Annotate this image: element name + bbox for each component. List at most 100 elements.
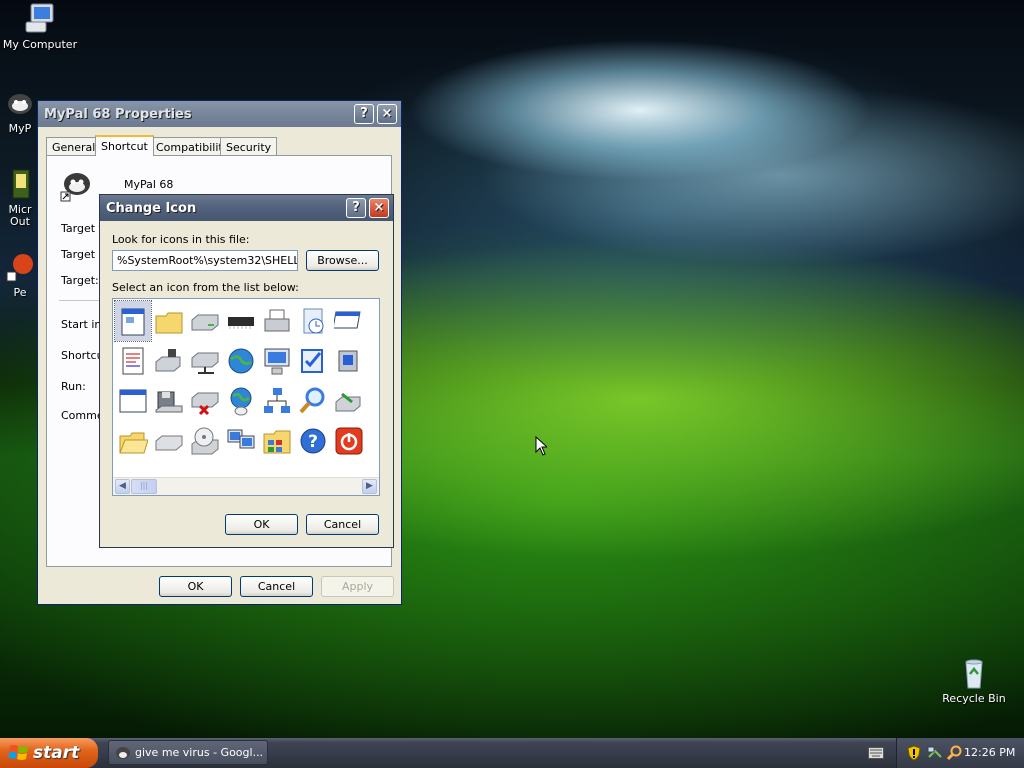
change-icon-help-button[interactable]: ? (346, 198, 366, 218)
mypal-shortcut-icon (60, 173, 90, 202)
tab-security[interactable]: Security (220, 137, 278, 155)
icon-cell[interactable] (223, 341, 259, 381)
start-button[interactable]: start (0, 738, 98, 768)
network-computer-icon (264, 348, 290, 375)
desktop-icon-pe[interactable]: Pe (0, 250, 40, 299)
shortcut-app-name: MyPal 68 (124, 178, 174, 191)
drive-arrow-icon (335, 392, 361, 412)
taskbar-item-label: give me virus - Googl... (135, 746, 264, 759)
icon-cell[interactable] (115, 421, 151, 461)
icon-cell[interactable] (187, 301, 223, 341)
icon-cell[interactable] (259, 421, 295, 461)
icon-list[interactable]: ? ◀ ||| ▶ (112, 298, 380, 496)
properties-close-button[interactable]: × (377, 104, 397, 124)
icon-cell[interactable] (187, 341, 223, 381)
icon-cell[interactable] (187, 421, 223, 461)
icon-cell[interactable] (259, 301, 295, 341)
memory-chip-icon (228, 317, 254, 329)
icon-cell[interactable] (223, 301, 259, 341)
taskbar: start give me virus - Googl... 12:26 PM (0, 738, 1024, 768)
icon-cell[interactable] (331, 341, 367, 381)
icon-cell[interactable] (187, 381, 223, 421)
floppy-drive-icon (155, 391, 183, 413)
network-drive-icon (155, 349, 181, 372)
printer-icon (264, 309, 290, 332)
change-icon-dialog: Change Icon ? × Look for icons in this f… (99, 194, 394, 548)
browse-button[interactable]: Browse... (306, 250, 379, 271)
desktop-icon-label: My Computer (2, 38, 78, 51)
cd-drive-icon (155, 435, 183, 451)
properties-apply-button[interactable]: Apply (321, 576, 394, 597)
target-label: Target: (61, 274, 99, 287)
icon-cell[interactable] (295, 301, 331, 341)
properties-help-button[interactable]: ? (354, 104, 374, 124)
properties-ok-button[interactable]: OK (159, 576, 232, 597)
icon-cell[interactable] (151, 381, 187, 421)
icon-cell[interactable] (331, 301, 367, 341)
icon-cell[interactable] (331, 421, 367, 461)
pe-app-icon (6, 254, 33, 282)
mypal-task-icon (116, 747, 130, 759)
network-tray-icon[interactable] (927, 745, 943, 761)
mypal-raccoon-icon (8, 94, 32, 114)
mouse-cursor-icon (535, 436, 547, 456)
icon-cell[interactable] (115, 381, 151, 421)
icon-cell[interactable] (151, 301, 187, 341)
properties-cancel-button[interactable]: Cancel (240, 576, 313, 597)
blank-window-icon (119, 389, 147, 413)
taskbar-item-browser[interactable]: give me virus - Googl... (108, 740, 268, 765)
folder-icon (155, 312, 183, 334)
change-icon-titlebar[interactable]: Change Icon ? × (100, 195, 393, 221)
icon-cell[interactable] (114, 300, 152, 342)
tab-general[interactable]: General (46, 137, 102, 155)
clock-document-icon (303, 308, 324, 334)
keyboard-icon[interactable] (868, 747, 884, 759)
globe-icon (228, 348, 254, 374)
my-computer-icon (25, 3, 54, 33)
desktop-icon-outlook[interactable]: Micr Out (0, 168, 40, 228)
properties-titlebar[interactable]: MyPal 68 Properties ? × (38, 101, 401, 127)
desktop-icon-label-2: Out (10, 215, 30, 228)
hard-drive-icon (191, 314, 219, 331)
change-icon-cancel-button[interactable]: Cancel (306, 514, 379, 535)
scroll-right-button[interactable]: ▶ (362, 479, 377, 494)
disconnected-drive-icon (191, 392, 219, 416)
text-document-icon (122, 347, 144, 375)
shortcut-key-label: Shortcu (61, 349, 104, 362)
desktop-icon-mypal[interactable]: MyP (0, 86, 40, 135)
icon-cell[interactable] (151, 341, 187, 381)
icon-cell[interactable] (223, 381, 259, 421)
security-shield-icon[interactable] (907, 745, 921, 761)
icon-cell[interactable] (295, 341, 331, 381)
icon-cell[interactable] (295, 381, 331, 421)
change-icon-title: Change Icon (106, 201, 197, 216)
search-tray-icon[interactable] (947, 745, 963, 761)
search-magnifier-icon (299, 387, 325, 414)
shutdown-icon (335, 427, 363, 455)
document-window-icon (121, 308, 145, 336)
icon-cell[interactable] (259, 341, 295, 381)
icon-list-label: Select an icon from the list below: (112, 281, 299, 294)
icon-cell[interactable]: ? (295, 421, 331, 461)
icon-cell[interactable] (331, 381, 367, 421)
scroll-left-button[interactable]: ◀ (115, 479, 130, 494)
icon-file-input[interactable]: %SystemRoot%\system32\SHELL32 (112, 250, 298, 271)
properties-title: MyPal 68 Properties (44, 107, 192, 122)
desktop-icon-label: Recycle Bin (942, 692, 1006, 705)
icon-cell[interactable] (259, 381, 295, 421)
icon-cell[interactable] (223, 421, 259, 461)
outlook-icon (12, 169, 30, 199)
scroll-thumb[interactable]: ||| (131, 479, 157, 494)
icon-cell[interactable] (115, 341, 151, 381)
change-icon-ok-button[interactable]: OK (225, 514, 298, 535)
run-label: Run: (61, 380, 86, 393)
change-icon-close-button[interactable]: × (369, 198, 389, 218)
desktop-icon-recycle-bin[interactable]: Recycle Bin (934, 656, 1014, 705)
checklist-icon (301, 349, 323, 373)
tab-shortcut[interactable]: Shortcut (95, 135, 154, 156)
icon-cell[interactable] (151, 421, 187, 461)
icon-list-scrollbar[interactable]: ◀ ||| ▶ (113, 477, 379, 495)
network-drive-2-icon (191, 352, 219, 374)
desktop-icon-my-computer[interactable]: My Computer (0, 2, 80, 51)
window-app-icon (334, 311, 361, 329)
